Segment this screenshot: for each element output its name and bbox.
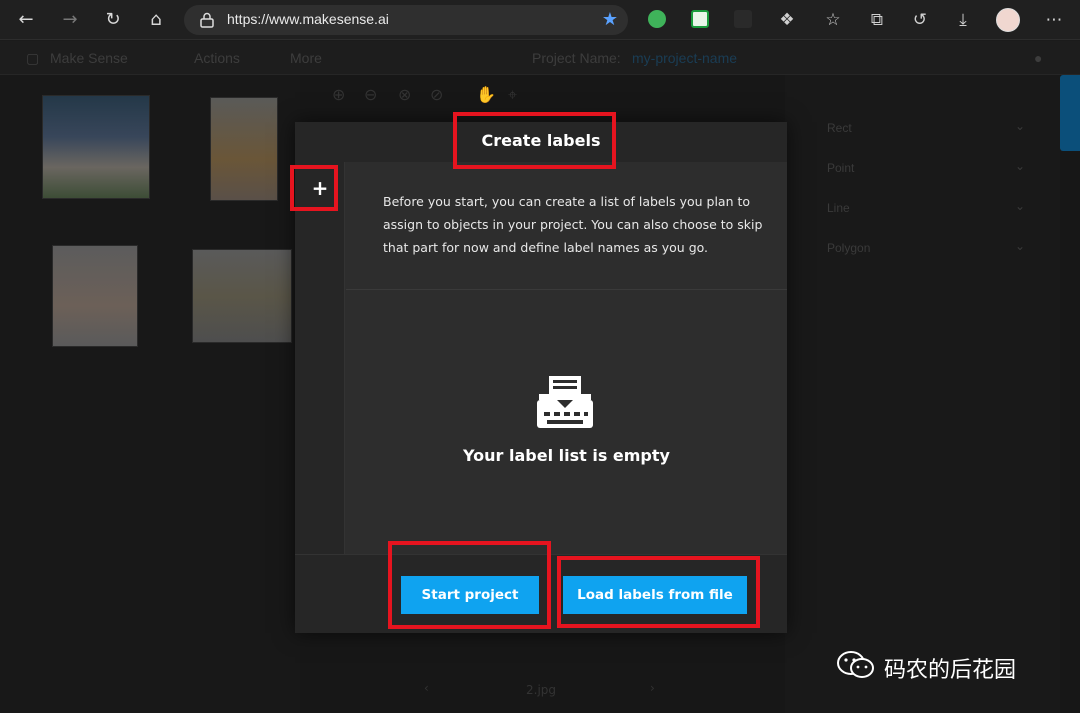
chevron-down-icon: ⌄ [1014,159,1025,173]
favorites-icon[interactable]: ☆ [822,9,844,31]
zoom-max-icon[interactable]: ⊘ [430,85,443,104]
app-title: Make Sense [50,50,128,66]
canvas-toolbar: ⊕ ⊖ ⊗ ⊘ ✋ ⌖ [320,81,550,115]
image-thumbnail[interactable] [52,245,138,347]
image-thumbnail[interactable] [210,97,278,201]
watermark: 码农的后花园 [836,648,1056,684]
hand-icon[interactable]: ✋ [476,85,496,104]
image-name: 2.jpg [526,683,557,697]
collections-icon[interactable]: ⧉ [866,9,888,31]
menu-actions[interactable]: Actions [194,50,240,66]
back-icon[interactable]: ← [14,8,38,32]
extension-sheet-icon[interactable] [691,10,709,28]
lock-icon [200,12,214,28]
project-name-input[interactable]: my-project-name [632,50,737,66]
zoom-fit-icon[interactable]: ⊗ [398,85,411,104]
home-icon[interactable]: ⌂ [144,8,168,32]
forward-icon[interactable]: → [58,8,82,32]
favorite-star-icon[interactable]: ★ [602,9,618,30]
zoom-out-icon[interactable]: ⊖ [364,85,377,104]
annotation-box-title [453,112,616,169]
right-side-tab[interactable] [1060,75,1080,151]
extension-y-icon[interactable] [648,10,666,28]
image-navigation: ‹ 2.jpg › [320,671,760,711]
annotation-box-start [388,541,551,629]
more-menu-icon[interactable]: ⋯ [1043,9,1065,31]
annotation-box-add [290,165,338,211]
modal-description: Before you start, you can create a list … [383,194,763,255]
app-logo-icon: ▢ [26,50,40,66]
tool-rect[interactable]: Rect ⌄ [785,109,1045,149]
reload-icon[interactable]: ↻ [101,8,125,32]
zoom-in-icon[interactable]: ⊕ [332,85,345,104]
tool-rect-label: Rect [827,121,852,135]
app-topbar: ▢ Make Sense Actions More Project Name: … [0,41,1080,75]
project-name-label: Project Name: [532,50,621,66]
empty-list-message: Your label list is empty [463,446,670,465]
prev-image-icon[interactable]: ‹ [424,681,429,695]
typewriter-icon [537,376,593,428]
chevron-down-icon: ⌄ [1014,239,1025,253]
download-icon[interactable]: ⤓ [952,9,974,31]
history-icon[interactable]: ↺ [909,9,931,31]
browser-toolbar: ← → ↻ ⌂ https://www.makesense.ai ★ ❖ ☆ ⧉… [0,0,1080,40]
avatar[interactable] [996,8,1020,32]
image-list-sidebar [0,75,300,713]
extension-dim-icon[interactable] [734,10,752,28]
github-icon[interactable]: ● [1034,50,1042,66]
address-bar[interactable]: https://www.makesense.ai ★ [184,5,628,35]
chevron-down-icon: ⌄ [1014,119,1025,133]
extensions-puzzle-icon[interactable]: ❖ [776,9,798,31]
menu-more[interactable]: More [290,50,322,66]
annotation-box-load [557,556,760,628]
url-text: https://www.makesense.ai [227,11,389,27]
label-tools-panel: Rect ⌄ Point ⌄ Line ⌄ Polygon ⌄ [785,75,1060,713]
chevron-down-icon: ⌄ [1014,199,1025,213]
next-image-icon[interactable]: › [650,681,655,695]
tool-polygon-label: Polygon [827,241,871,255]
tool-line[interactable]: Line ⌄ [785,189,1045,229]
tool-point-label: Point [827,161,855,175]
tool-line-label: Line [827,201,850,215]
tool-point[interactable]: Point ⌄ [785,149,1045,189]
watermark-text: 码农的后花园 [884,658,1017,683]
crosshair-icon[interactable]: ⌖ [508,85,517,105]
modal-left-toolbar: + [295,162,345,554]
chat-bubbles-icon [837,651,874,678]
tool-polygon[interactable]: Polygon ⌄ [785,229,1045,269]
divider [346,289,787,290]
image-thumbnail[interactable] [192,249,292,343]
image-thumbnail[interactable] [42,95,150,199]
